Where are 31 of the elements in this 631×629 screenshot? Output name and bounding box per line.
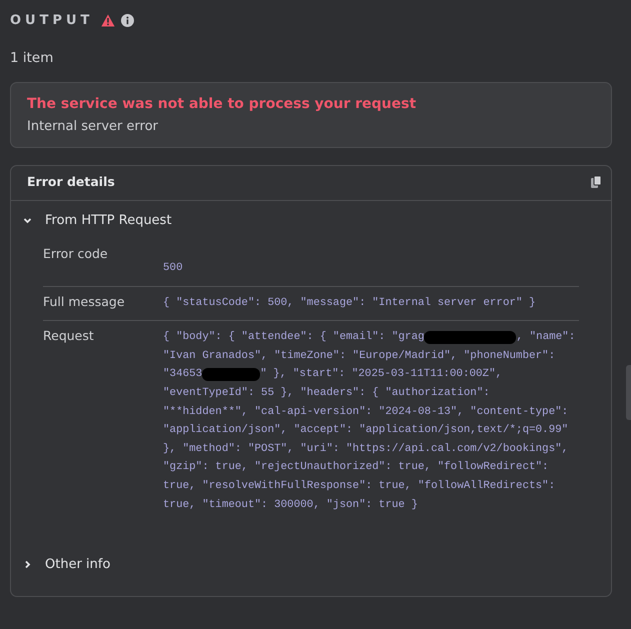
info-icon[interactable] [121,14,134,26]
code-text: true, "resolveWithFullResponse": true, "followAllRedirects": [163,478,556,494]
item-count: 1 item [10,50,54,66]
redaction-bar [202,368,260,382]
field-label: Request [43,328,95,344]
code-text: 500 [163,261,183,276]
section-toggle[interactable]: Other info [23,544,110,584]
code-text: { "body": { "attendee": { "email": "grag [163,330,424,346]
code-text: { "statusCode": 500, "message": "Internal server error" } [163,296,536,311]
scrollbar-thumb[interactable] [626,365,631,420]
error-message: Internal server error [27,119,159,134]
warning-icon [101,14,116,26]
section-toggle[interactable]: From HTTP Request [23,201,172,239]
code-text: "gzip": true, "rejectUnauthorized": true, "followRedirect": [163,460,549,476]
card-title: Error details [27,174,115,189]
error-title: The service was not able to process your request [27,96,418,112]
copy-icon[interactable] [591,176,601,188]
code-text: "Ivan Granados", "timeZone": "Europe/Madrid", "phoneNumber": [163,348,556,364]
code-text: "**hidden**", "cal-api-version": "2024-08-13", "content-type": [163,404,568,420]
chevron-icon [23,216,32,224]
field-label: Error code [43,246,109,261]
chevron-icon [23,560,32,569]
code-text: , "name": [516,330,576,346]
field-label: Full message [43,294,126,309]
code-text: "application/json", "accept": "application/json,text/*;q=0.99" [163,423,568,438]
code-text: "eventTypeId": 55 }, "headers": { "authorization": [163,386,490,401]
panel-title: OUTPUT [10,12,94,28]
code-text: }, "method": "POST", "uri": "https://api.cal.com/v2/bookings", [163,442,568,457]
code-text: "34653 [163,367,202,382]
code-text: true, "timeout": 300000, "json": true } [163,498,418,513]
code-text: " }, "start": "2025-03-11T11:00:00Z", [260,367,502,382]
